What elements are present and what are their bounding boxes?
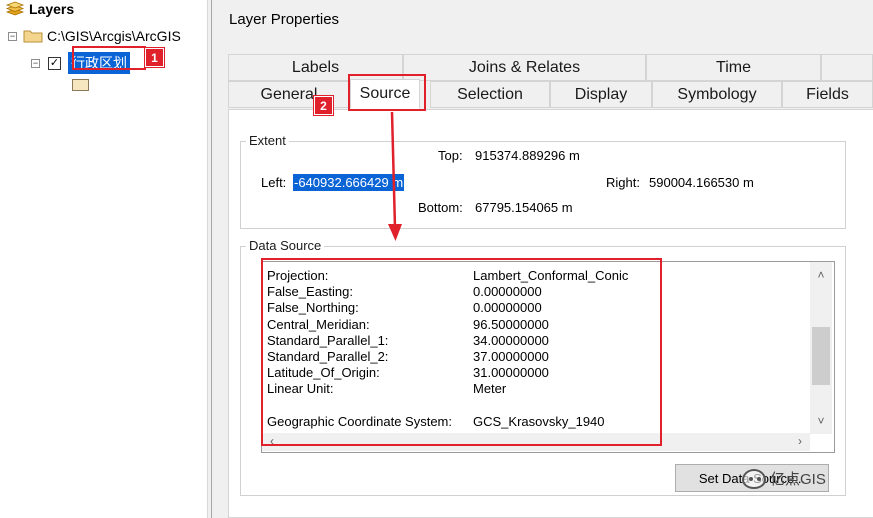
tab-labels[interactable]: Labels xyxy=(228,54,403,81)
extent-top-value: 915374.889296 m xyxy=(475,148,580,163)
layer-symbol-swatch xyxy=(72,79,89,91)
tab-joins-relates[interactable]: Joins & Relates xyxy=(403,54,646,81)
layers-icon xyxy=(5,1,25,16)
extent-right-value: 590004.166530 m xyxy=(649,175,754,190)
tab-overflow xyxy=(821,54,873,81)
tab-fields[interactable]: Fields xyxy=(782,81,873,108)
watermark: 亿点GIS xyxy=(742,468,826,489)
wechat-icon xyxy=(742,468,766,489)
tab-display[interactable]: Display xyxy=(550,81,652,108)
data-source-group-label: Data Source xyxy=(246,238,325,253)
annotation-arrow-icon xyxy=(388,111,402,241)
tab-time[interactable]: Time xyxy=(646,54,821,81)
tab-source[interactable]: Source xyxy=(350,79,420,109)
scroll-down-arrow-icon[interactable]: ˅ xyxy=(813,414,829,428)
dialog-title: Layer Properties xyxy=(229,11,340,28)
tab-symbology[interactable]: Symbology xyxy=(652,81,782,108)
collapse-expander[interactable]: − xyxy=(31,58,40,68)
extent-group-label: Extent xyxy=(246,133,289,148)
list-item xyxy=(267,397,667,413)
extent-bottom-value: 67795.154065 m xyxy=(475,200,573,215)
folder-icon xyxy=(23,30,43,43)
toc-layer-row[interactable]: − ✓ 行政区划 xyxy=(31,52,130,74)
toc-folder-row[interactable]: − C:\GIS\Arcgis\ArcGIS xyxy=(8,28,181,44)
layer-visibility-checkbox[interactable]: ✓ xyxy=(48,56,61,70)
toc-layer-label[interactable]: 行政区划 xyxy=(68,52,130,74)
extent-left-label: Left: xyxy=(261,175,287,190)
list-item: Standard_Parallel_1: 34.00000000 xyxy=(267,333,549,348)
list-item: False_Easting: 0.00000000 xyxy=(267,284,542,299)
annotation-badge-2: 2 xyxy=(314,96,333,115)
table-of-contents: Layers − C:\GIS\Arcgis\ArcGIS − ✓ 行政区划 xyxy=(0,0,207,518)
extent-top-label: Top: xyxy=(438,148,463,163)
scroll-right-arrow-icon[interactable]: › xyxy=(792,434,808,448)
horizontal-scrollbar[interactable] xyxy=(262,433,810,451)
list-item: Projection: Lambert_Conformal_Conic xyxy=(267,268,629,283)
tab-selection[interactable]: Selection xyxy=(430,81,550,108)
extent-bottom-label: Bottom: xyxy=(418,200,463,215)
toc-root-label: Layers xyxy=(29,1,75,17)
watermark-text: 亿点GIS xyxy=(770,471,826,488)
list-item: Central_Meridian: 96.50000000 xyxy=(267,317,549,332)
annotation-badge-1: 1 xyxy=(145,48,164,67)
toc-folder-label: C:\GIS\Arcgis\ArcGIS xyxy=(47,28,181,44)
list-item: Geographic Coordinate System: GCS_Krasovs… xyxy=(267,414,605,429)
panel-splitter[interactable] xyxy=(207,0,212,518)
collapse-expander[interactable]: − xyxy=(8,31,17,41)
list-item: Standard_Parallel_2: 37.00000000 xyxy=(267,349,549,364)
data-source-textbox[interactable]: Projection: Lambert_Conformal_Conic False… xyxy=(261,261,835,453)
list-item: Linear Unit: Meter xyxy=(267,381,507,396)
scroll-left-arrow-icon[interactable]: ‹ xyxy=(264,434,280,448)
extent-right-label: Right: xyxy=(606,175,640,190)
toc-root-row[interactable]: Layers xyxy=(5,1,74,17)
list-item: False_Northing: 0.00000000 xyxy=(267,300,542,315)
vertical-scrollbar-thumb[interactable] xyxy=(812,327,830,385)
scroll-up-arrow-icon[interactable]: ˄ xyxy=(813,268,829,282)
list-item: Latitude_Of_Origin: 31.00000000 xyxy=(267,365,549,380)
